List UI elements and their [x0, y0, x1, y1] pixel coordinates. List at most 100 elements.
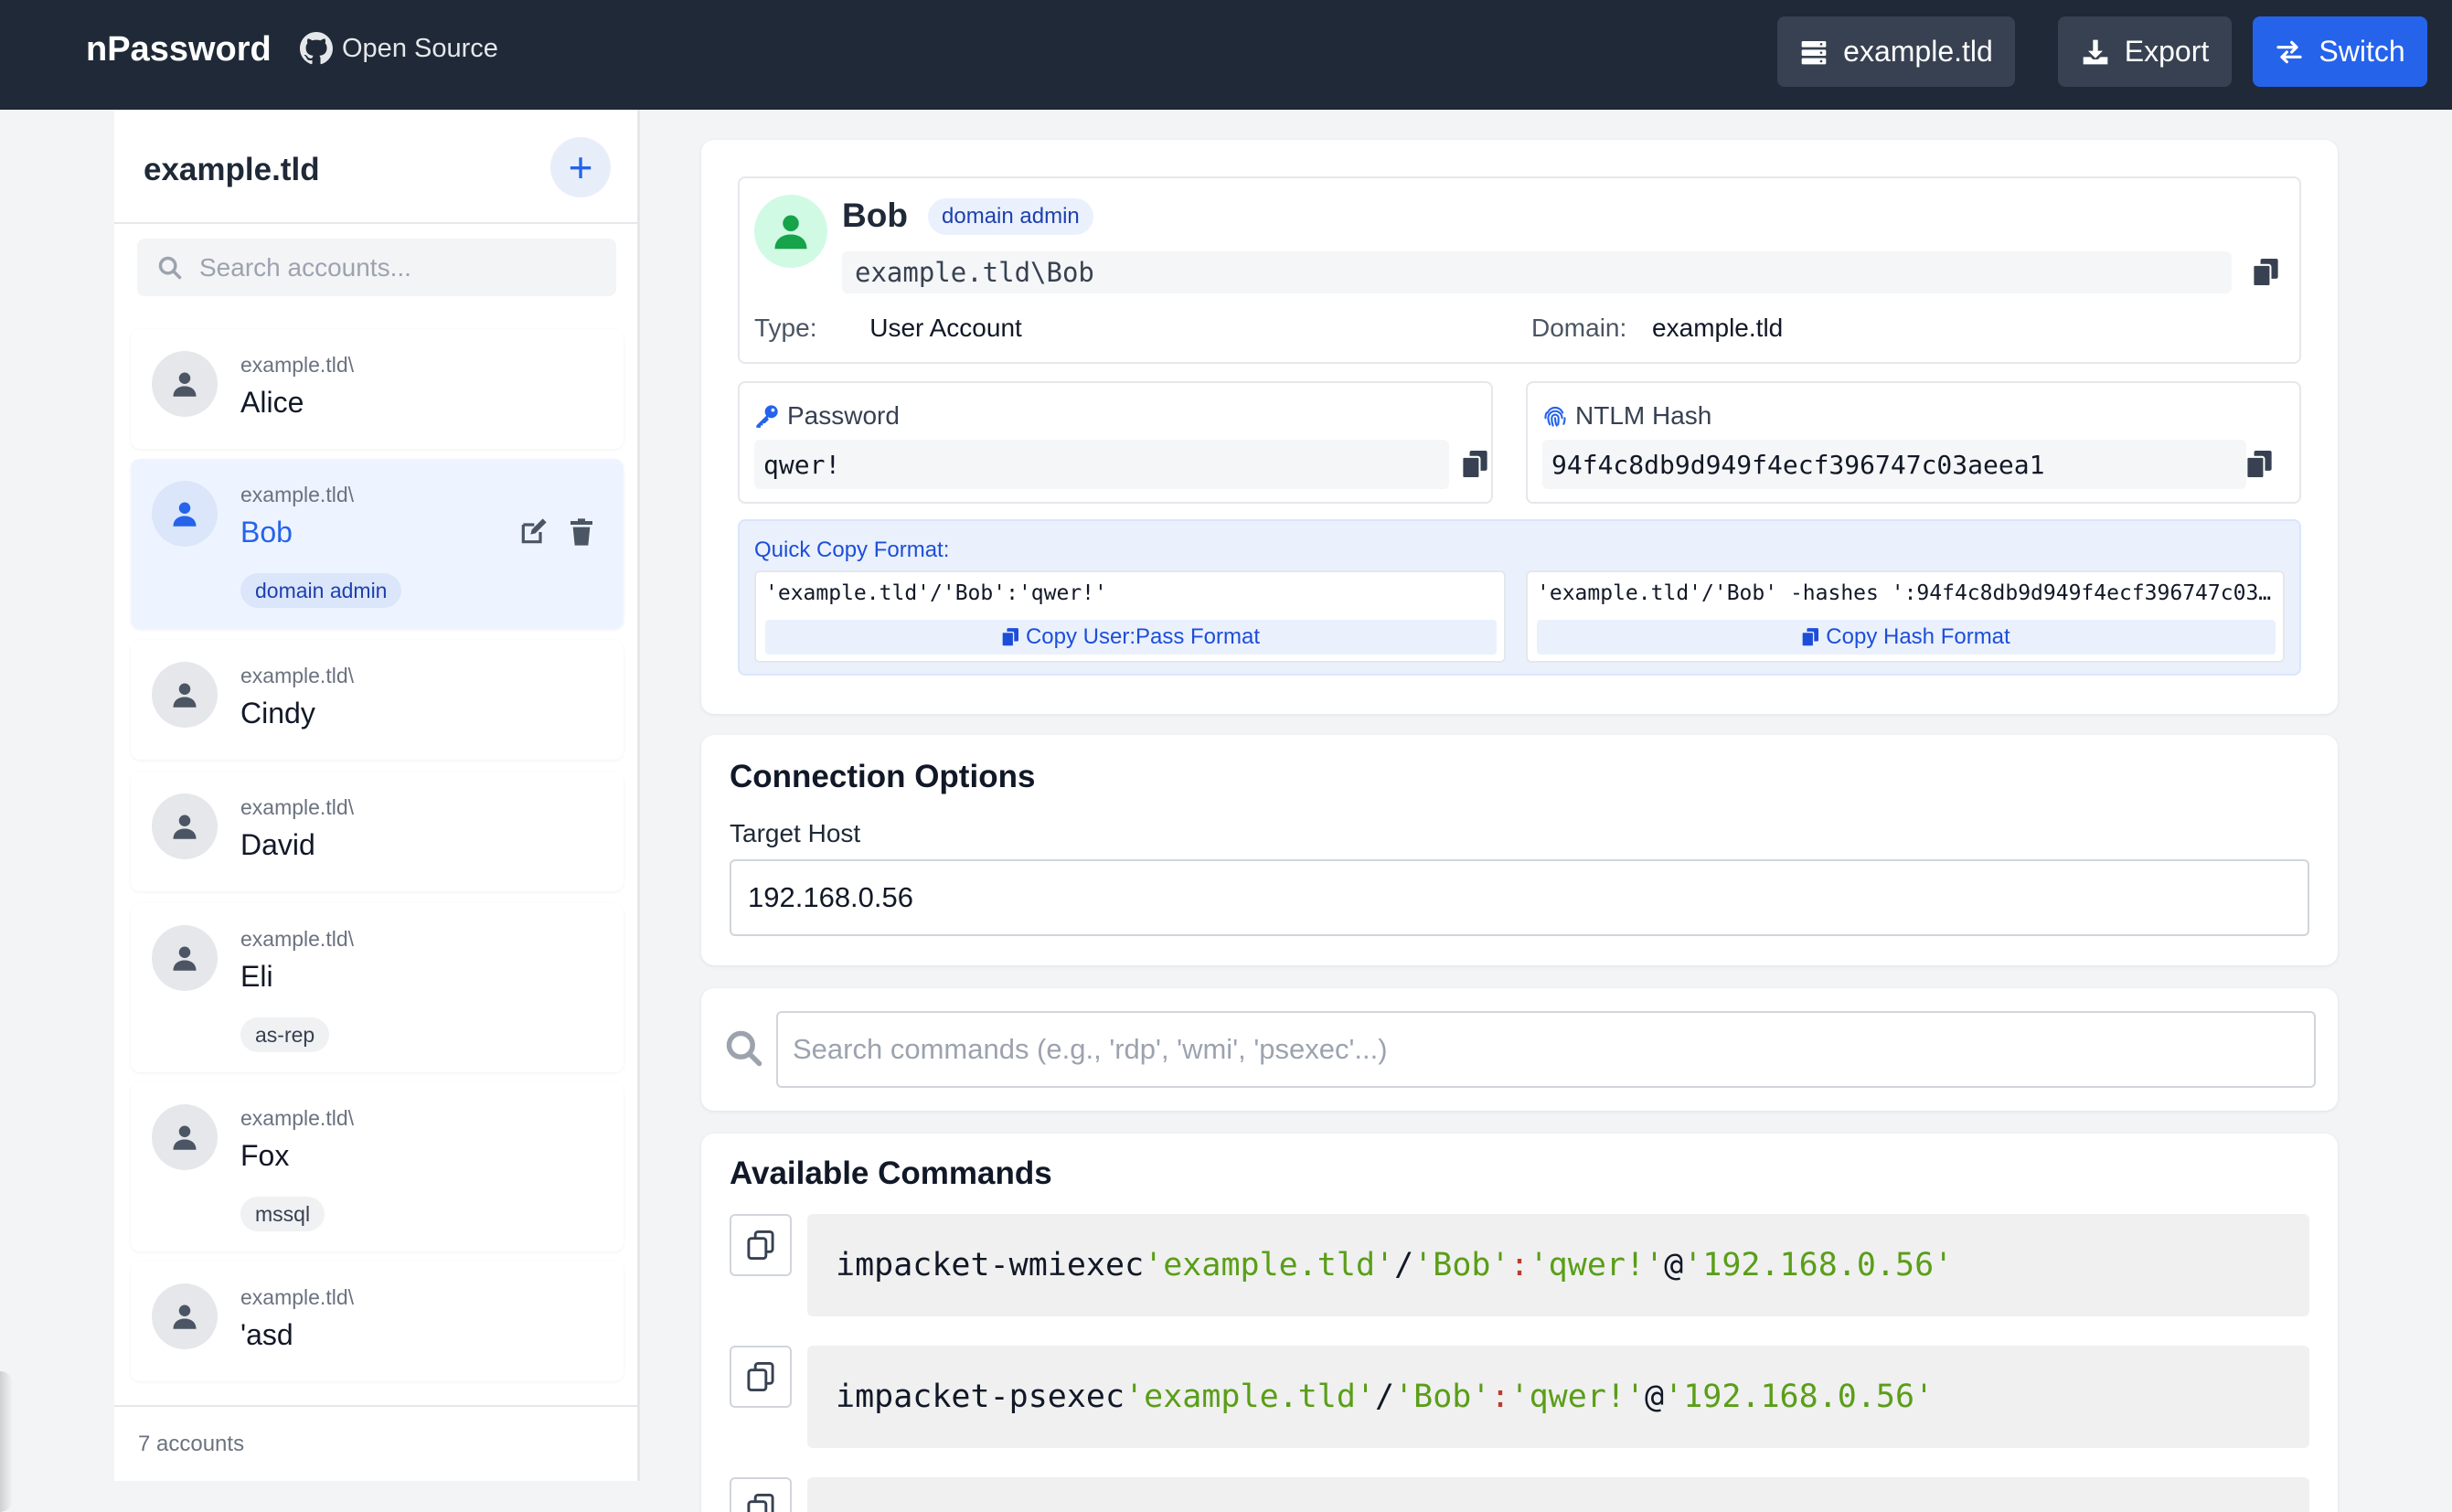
key-icon: [756, 405, 778, 428]
switch-button[interactable]: Switch: [2253, 16, 2427, 87]
sidebar-footer: 7 accounts: [114, 1405, 637, 1481]
open-source-link[interactable]: Open Source: [300, 32, 498, 65]
sidebar-title: example.tld: [144, 152, 320, 187]
command-line[interactable]: impacket-wmiexec 'example.tld' / 'Bob':'qw…: [807, 1214, 2309, 1316]
copy-command-button[interactable]: [730, 1346, 792, 1408]
type-value: User Account: [869, 314, 1022, 342]
user-principal: example.tld\Bob: [842, 251, 2232, 293]
account-item-eli[interactable]: example.tld\ Eli as-rep: [131, 903, 624, 1072]
account-count: 7 accounts: [138, 1432, 245, 1456]
available-commands-card: Available Commands impacket-wmiexec 'exa…: [701, 1134, 2338, 1512]
command-host: '192.168.0.56': [1664, 1379, 1935, 1415]
domain-label: Domain:: [1531, 314, 1627, 342]
copy-command-button[interactable]: [730, 1477, 792, 1512]
account-domain: example.tld\: [240, 483, 355, 506]
password-value[interactable]: qwer!: [754, 440, 1449, 489]
user-avatar-icon: [152, 925, 218, 991]
account-item-cindy[interactable]: example.tld\ Cindy: [131, 640, 624, 760]
open-source-label: Open Source: [342, 33, 498, 63]
user-avatar-icon: [152, 1104, 218, 1170]
edit-icon[interactable]: [518, 517, 548, 547]
export-button-label: Export: [2124, 35, 2210, 68]
command-search-input[interactable]: Search commands (e.g., 'rdp', 'wmi', 'ps…: [776, 1011, 2316, 1088]
command-user: 'Bob': [1413, 1247, 1510, 1283]
command-host: '192.168.0.56': [1683, 1247, 1954, 1283]
domain-button-label: example.tld: [1843, 35, 1993, 68]
copy-icon: [747, 1230, 774, 1260]
copy-icon[interactable]: [2246, 451, 2272, 478]
copy-icon: [1001, 628, 1018, 646]
command-line[interactable]: [807, 1477, 2309, 1512]
domain-value: example.tld: [1652, 314, 1784, 342]
account-tag: mssql: [240, 1197, 325, 1231]
command-tool: impacket-wmiexec: [836, 1247, 1145, 1283]
command-domain: 'example.tld': [1144, 1247, 1395, 1283]
account-name: Alice: [240, 386, 304, 419]
search-icon: [158, 256, 182, 279]
plus-icon: +: [568, 144, 593, 191]
copy-hash-button[interactable]: Copy Hash Format: [1537, 620, 2276, 655]
sidebar-header: example.tld +: [114, 110, 637, 224]
command-line[interactable]: impacket-psexec 'example.tld' / 'Bob':'qwe…: [807, 1346, 2309, 1448]
ntlm-value[interactable]: 94f4c8db9d949f4ecf396747c03aeea1: [1542, 440, 2246, 489]
account-domain: example.tld\: [240, 353, 355, 377]
command-domain: 'example.tld': [1125, 1379, 1376, 1415]
account-item-alice[interactable]: example.tld\ Alice: [131, 329, 624, 449]
domain-selector-button[interactable]: example.tld: [1777, 16, 2015, 87]
hash-format-text[interactable]: 'example.tld'/'Bob' -hashes ':94f4c8db9d…: [1537, 581, 2276, 605]
copy-icon[interactable]: [1462, 451, 1487, 478]
copy-icon[interactable]: [2253, 259, 2278, 286]
copy-icon: [1802, 628, 1819, 646]
account-item-fox[interactable]: example.tld\ Fox mssql: [131, 1082, 624, 1251]
ntlm-label: NTLM Hash: [1575, 401, 1712, 430]
account-search-placeholder: Search accounts...: [199, 252, 411, 282]
switch-button-label: Switch: [2319, 35, 2405, 68]
user-avatar-icon: [152, 351, 218, 417]
account-item-david[interactable]: example.tld\ David: [131, 772, 624, 891]
user-detail-card: Bob domain admin example.tld\Bob Type: U…: [701, 140, 2338, 714]
command-at: @: [1664, 1247, 1684, 1283]
account-name: 'asd: [240, 1318, 293, 1351]
copy-icon: [747, 1494, 774, 1512]
ntlm-hash-panel: NTLM Hash 94f4c8db9d949f4ecf396747c03aee…: [1526, 381, 2301, 504]
target-host-input[interactable]: 192.168.0.56: [730, 859, 2309, 936]
command-password: 'qwer!': [1509, 1379, 1646, 1415]
app-brand[interactable]: nPassword: [86, 30, 272, 69]
fingerprint-icon: [1544, 406, 1566, 427]
trash-icon[interactable]: [567, 517, 596, 547]
copy-hash-label: Copy Hash Format: [1826, 624, 2010, 649]
account-search-field[interactable]: Search accounts...: [137, 239, 616, 296]
copy-icon: [747, 1362, 774, 1391]
account-name: Eli: [240, 960, 273, 993]
edge-shadow: [0, 1371, 13, 1512]
account-item-bob[interactable]: example.tld\ Bob domain admin: [131, 459, 624, 629]
command-colon: :: [1509, 1247, 1530, 1283]
user-name: Bob: [842, 197, 908, 234]
account-domain: example.tld\: [240, 795, 355, 819]
password-label: Password: [787, 401, 900, 430]
account-item-asd[interactable]: example.tld\ 'asd: [131, 1262, 624, 1381]
account-domain: example.tld\: [240, 1106, 355, 1130]
top-navbar: nPassword Open Source example.tld Export…: [0, 0, 2452, 110]
command-colon: :: [1490, 1379, 1510, 1415]
quick-copy-title: Quick Copy Format:: [754, 538, 950, 562]
userpass-format-text[interactable]: 'example.tld'/'Bob':'qwer!': [765, 581, 1497, 605]
target-host-label: Target Host: [730, 819, 861, 847]
account-domain: example.tld\: [240, 1285, 355, 1309]
copy-command-button[interactable]: [730, 1214, 792, 1276]
copy-userpass-label: Copy User:Pass Format: [1025, 624, 1261, 649]
user-domain-row: Domain: example.tld: [1531, 314, 1783, 343]
user-role-badge: domain admin: [928, 198, 1093, 235]
user-avatar-icon: [152, 793, 218, 859]
command-separator: /: [1375, 1379, 1395, 1415]
github-icon: [300, 32, 333, 65]
type-label: Type:: [754, 314, 817, 342]
copy-userpass-button[interactable]: Copy User:Pass Format: [765, 620, 1497, 655]
password-panel: Password qwer!: [738, 381, 1493, 504]
export-button[interactable]: Export: [2058, 16, 2232, 87]
account-name: Bob: [240, 516, 293, 548]
account-name: Cindy: [240, 697, 315, 729]
quick-copy-panel: Quick Copy Format: 'example.tld'/'Bob':'…: [738, 519, 2301, 676]
add-account-button[interactable]: +: [550, 137, 611, 197]
user-avatar-icon: [152, 662, 218, 728]
